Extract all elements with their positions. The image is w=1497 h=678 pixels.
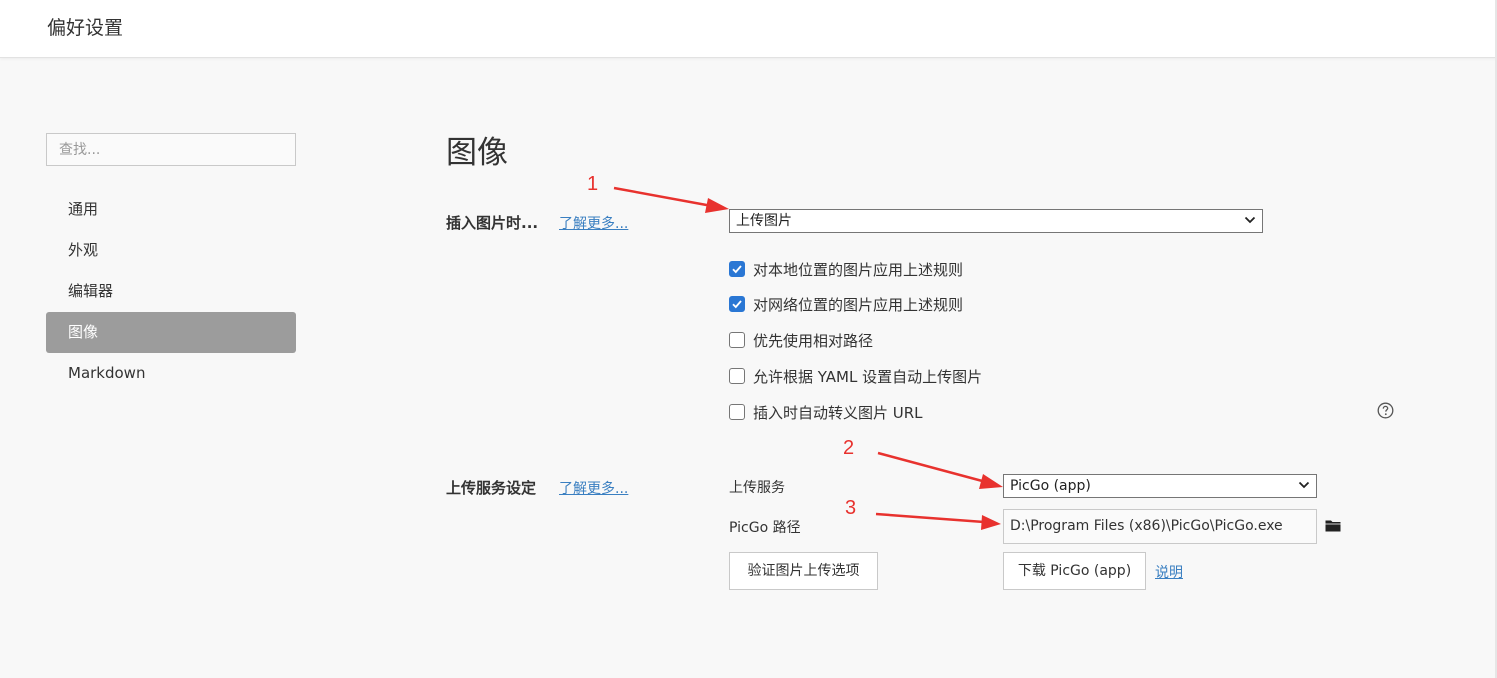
option-label: 对本地位置的图片应用上述规则 (753, 260, 964, 279)
option-yaml-upload[interactable]: 允许根据 YAML 设置自动上传图片 (729, 366, 982, 386)
insert-action-select[interactable]: 上传图片 (729, 209, 1263, 233)
annotation-number-2: 2 (843, 437, 855, 459)
upload-service-label: 上传服务 (729, 480, 785, 496)
upload-service-select[interactable]: PicGo (app) (1003, 474, 1317, 498)
chevron-down-icon (1298, 481, 1310, 489)
annotation-arrow-3 (875, 512, 1001, 530)
upload-service-section-label: 上传服务设定 (446, 479, 537, 497)
option-network-images[interactable]: 对网络位置的图片应用上述规则 (729, 294, 963, 314)
window-title: 偏好设置 (47, 17, 124, 39)
insert-image-section-label: 插入图片时... (446, 214, 539, 232)
search-input[interactable] (46, 133, 296, 166)
sidebar-item-markdown[interactable]: Markdown (46, 353, 296, 394)
chevron-down-icon (1244, 216, 1256, 224)
page-title: 图像 (446, 135, 508, 171)
option-label: 优先使用相对路径 (753, 331, 874, 350)
sidebar-item-editor[interactable]: 编辑器 (46, 271, 296, 312)
annotation-arrow-1 (613, 186, 729, 213)
insert-learn-more-link[interactable]: 了解更多... (559, 213, 628, 233)
sidebar-item-image[interactable]: 图像 (46, 312, 296, 353)
title-bar: 偏好设置 (0, 0, 1497, 58)
explain-link[interactable]: 说明 (1155, 562, 1183, 582)
checkbox-checked[interactable] (729, 261, 745, 277)
annotation-arrow-2 (877, 451, 1003, 489)
upload-service-value: PicGo (app) (1010, 478, 1091, 494)
option-label: 插入时自动转义图片 URL (753, 403, 923, 422)
checkbox-unchecked[interactable] (729, 368, 745, 384)
option-escape-url[interactable]: 插入时自动转义图片 URL (729, 402, 923, 422)
checkbox-unchecked[interactable] (729, 404, 745, 420)
checkmark-icon (732, 300, 742, 309)
upload-learn-more-link[interactable]: 了解更多... (559, 478, 628, 498)
option-local-images[interactable]: 对本地位置的图片应用上述规则 (729, 259, 963, 279)
sidebar-item-appearance[interactable]: 外观 (46, 230, 296, 271)
sidebar-item-general[interactable]: 通用 (46, 189, 296, 230)
checkbox-unchecked[interactable] (729, 332, 745, 348)
annotation-number-3: 3 (845, 497, 857, 519)
sidebar-nav: 通用 外观 编辑器 图像 Markdown (46, 189, 296, 394)
checkbox-checked[interactable] (729, 296, 745, 312)
picgo-path-input[interactable]: D:\Program Files (x86)\PicGo\PicGo.exe (1003, 509, 1317, 544)
option-label: 对网络位置的图片应用上述规则 (753, 295, 964, 314)
picgo-path-label: PicGo 路径 (729, 520, 801, 536)
option-relative-path[interactable]: 优先使用相对路径 (729, 330, 873, 350)
option-label: 允许根据 YAML 设置自动上传图片 (753, 367, 983, 386)
insert-action-value: 上传图片 (736, 213, 792, 229)
question-circle-icon[interactable] (1377, 402, 1394, 419)
checkmark-icon (732, 265, 742, 274)
download-picgo-button[interactable]: 下载 PicGo (app) (1003, 552, 1146, 590)
verify-upload-button[interactable]: 验证图片上传选项 (729, 552, 878, 590)
annotation-number-1: 1 (587, 173, 599, 195)
folder-icon[interactable] (1325, 519, 1341, 533)
